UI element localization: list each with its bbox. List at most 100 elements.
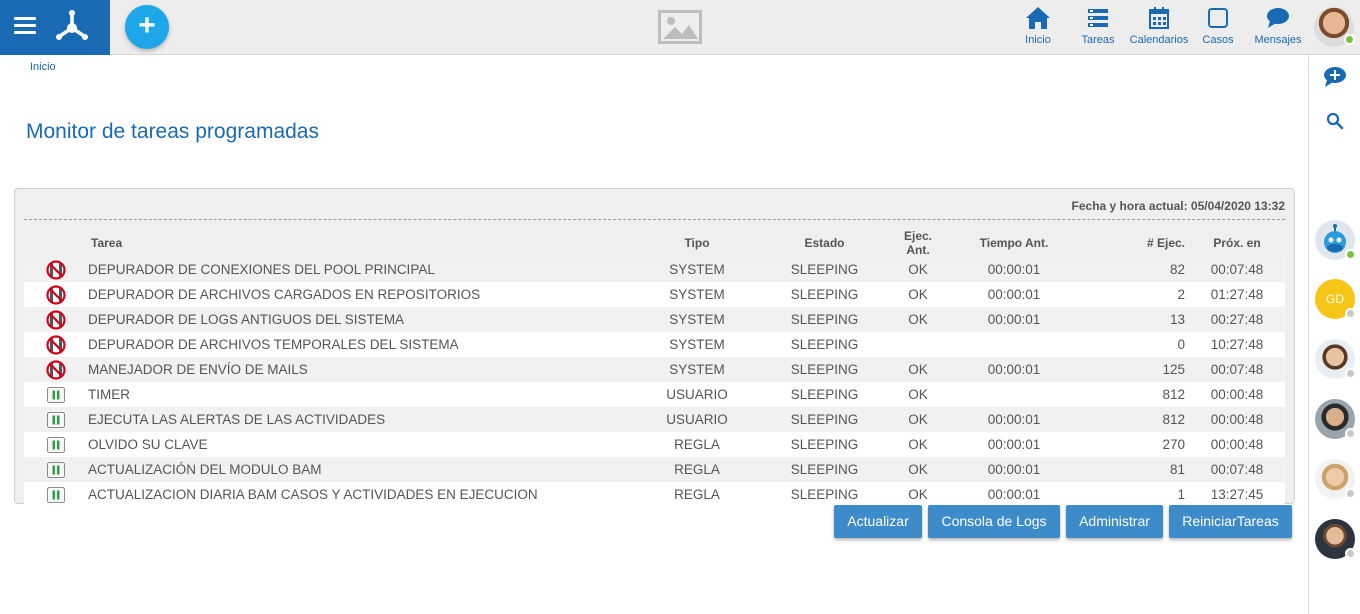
task-last-result: OK bbox=[897, 307, 939, 332]
contact-bot-avatar[interactable] bbox=[1315, 220, 1356, 260]
reiniciar-tareas-button[interactable]: ReiniciarTareas bbox=[1169, 505, 1292, 538]
task-status-cell[interactable] bbox=[24, 482, 88, 507]
nav-mensajes[interactable]: Mensajes bbox=[1252, 6, 1304, 50]
table-row[interactable]: DEPURADOR DE LOGS ANTIGUOS DEL SISTEMA SY… bbox=[24, 307, 1285, 332]
task-exec-count: 270 bbox=[1089, 432, 1189, 457]
table-row[interactable]: ACTUALIZACIÓN DEL MODULO BAM REGLA SLEEPIN… bbox=[24, 457, 1285, 482]
header-tipo[interactable]: Tipo bbox=[642, 229, 752, 257]
task-last-duration: 00:00:01 bbox=[939, 257, 1089, 282]
table-row[interactable]: EJECUTA LAS ALERTAS DE LAS ACTIVIDADES US… bbox=[24, 407, 1285, 432]
task-status-cell[interactable] bbox=[24, 307, 88, 332]
nav-label: Inicio bbox=[1025, 34, 1051, 46]
tasks-icon bbox=[1088, 9, 1108, 27]
task-next-in: 00:07:48 bbox=[1189, 357, 1285, 382]
stopped-status-icon[interactable] bbox=[46, 359, 66, 380]
image-placeholder-icon bbox=[658, 10, 702, 44]
stopped-status-icon[interactable] bbox=[46, 284, 66, 305]
stopped-status-icon[interactable] bbox=[46, 259, 66, 280]
offline-status-dot bbox=[1345, 428, 1356, 439]
tasks-panel: Fecha y hora actual: 05/04/2020 13:32 Ta… bbox=[14, 188, 1295, 507]
header-prox-en[interactable]: Próx. en bbox=[1189, 229, 1285, 257]
task-type: SYSTEM bbox=[642, 257, 752, 282]
task-last-result: OK bbox=[897, 432, 939, 457]
paused-status-icon[interactable] bbox=[46, 386, 66, 403]
task-name: DEPURADOR DE LOGS ANTIGUOS DEL SISTEMA bbox=[88, 307, 642, 332]
task-status-cell[interactable] bbox=[24, 332, 88, 357]
hamburger-menu-icon[interactable] bbox=[14, 17, 36, 35]
offline-status-dot bbox=[1345, 548, 1356, 559]
table-row[interactable]: ACTUALIZACION DIARIA BAM CASOS Y ACTIVID… bbox=[24, 482, 1285, 507]
table-row[interactable]: DEPURADOR DE ARCHIVOS CARGADOS EN REPOSI… bbox=[24, 282, 1285, 307]
task-status-cell[interactable] bbox=[24, 457, 88, 482]
header-icon bbox=[24, 229, 88, 257]
task-exec-count: 2 bbox=[1089, 282, 1189, 307]
contact-avatar[interactable] bbox=[1315, 339, 1356, 379]
task-last-result: OK bbox=[897, 382, 939, 407]
task-exec-count: 81 bbox=[1089, 457, 1189, 482]
task-last-duration: 00:00:01 bbox=[939, 357, 1089, 382]
header-tiempo-ant[interactable]: Tiempo Ant. bbox=[939, 229, 1089, 257]
add-button[interactable]: + bbox=[125, 5, 169, 49]
contact-gd-avatar[interactable]: GD bbox=[1315, 279, 1356, 319]
right-sidebar: GD bbox=[1308, 55, 1360, 614]
header-ejec-ant[interactable]: Ejec. Ant. bbox=[897, 229, 939, 257]
task-last-result: OK bbox=[897, 257, 939, 282]
administrar-button[interactable]: Administrar bbox=[1066, 505, 1163, 538]
header-tarea[interactable]: Tarea bbox=[88, 229, 642, 257]
paused-status-icon[interactable] bbox=[46, 461, 66, 478]
task-type: USUARIO bbox=[642, 407, 752, 432]
task-name: DEPURADOR DE CONEXIONES DEL POOL PRINCIP… bbox=[88, 257, 642, 282]
task-next-in: 00:07:48 bbox=[1189, 457, 1285, 482]
task-name: MANEJADOR DE ENVÍO DE MAILS bbox=[88, 357, 642, 382]
paused-status-icon[interactable] bbox=[46, 436, 66, 453]
table-row[interactable]: TIMER USUARIO SLEEPING OK 812 00:00:48 bbox=[24, 382, 1285, 407]
stopped-status-icon[interactable] bbox=[46, 334, 66, 355]
tasks-table: Tarea Tipo Estado Ejec. Ant. Tiempo Ant.… bbox=[24, 229, 1285, 507]
brand-area bbox=[0, 0, 110, 55]
task-status-cell[interactable] bbox=[24, 432, 88, 457]
nav-tareas[interactable]: Tareas bbox=[1078, 6, 1118, 50]
contact-avatar[interactable] bbox=[1315, 399, 1356, 439]
offline-status-dot bbox=[1345, 488, 1356, 499]
header-num-ejec[interactable]: # Ejec. bbox=[1089, 229, 1189, 257]
nav-calendarios[interactable]: Calendarios bbox=[1128, 6, 1190, 50]
contact-initials: GD bbox=[1326, 292, 1344, 306]
task-status-cell[interactable] bbox=[24, 357, 88, 382]
task-exec-count: 0 bbox=[1089, 332, 1189, 357]
user-avatar[interactable] bbox=[1314, 7, 1355, 47]
nav-inicio[interactable]: Inicio bbox=[1016, 6, 1060, 50]
paused-status-icon[interactable] bbox=[46, 486, 66, 503]
task-status-cell[interactable] bbox=[24, 382, 88, 407]
task-type: SYSTEM bbox=[642, 307, 752, 332]
task-status-cell[interactable] bbox=[24, 257, 88, 282]
current-datetime: Fecha y hora actual: 05/04/2020 13:32 bbox=[1071, 199, 1285, 213]
new-chat-icon[interactable] bbox=[1323, 65, 1347, 89]
header-estado[interactable]: Estado bbox=[752, 229, 897, 257]
consola-de-logs-button[interactable]: Consola de Logs bbox=[928, 505, 1060, 538]
nav-casos[interactable]: Casos bbox=[1200, 6, 1236, 50]
task-name: OLVIDO SU CLAVE bbox=[88, 432, 642, 457]
app-logo-icon[interactable] bbox=[52, 8, 92, 46]
search-icon[interactable] bbox=[1323, 109, 1347, 133]
table-row[interactable]: OLVIDO SU CLAVE REGLA SLEEPING OK 00:00:01 27… bbox=[24, 432, 1285, 457]
actualizar-button[interactable]: Actualizar bbox=[834, 505, 922, 538]
paused-status-icon[interactable] bbox=[46, 411, 66, 428]
contact-avatar[interactable] bbox=[1315, 519, 1356, 559]
task-status-cell[interactable] bbox=[24, 282, 88, 307]
task-type: USUARIO bbox=[642, 382, 752, 407]
stopped-status-icon[interactable] bbox=[46, 309, 66, 330]
task-type: SYSTEM bbox=[642, 332, 752, 357]
table-row[interactable]: DEPURADOR DE CONEXIONES DEL POOL PRINCIP… bbox=[24, 257, 1285, 282]
task-last-result: OK bbox=[897, 457, 939, 482]
table-header-row: Tarea Tipo Estado Ejec. Ant. Tiempo Ant.… bbox=[24, 229, 1285, 257]
contact-avatar[interactable] bbox=[1315, 459, 1356, 499]
task-state: SLEEPING bbox=[752, 282, 897, 307]
table-row[interactable]: MANEJADOR DE ENVÍO DE MAILS SYSTEM SLEEPIN… bbox=[24, 357, 1285, 382]
table-row[interactable]: DEPURADOR DE ARCHIVOS TEMPORALES DEL SIS… bbox=[24, 332, 1285, 357]
task-state: SLEEPING bbox=[752, 332, 897, 357]
task-state: SLEEPING bbox=[752, 407, 897, 432]
task-status-cell[interactable] bbox=[24, 407, 88, 432]
task-last-duration bbox=[939, 382, 1089, 407]
breadcrumb-inicio[interactable]: Inicio bbox=[30, 61, 56, 73]
nav-label: Casos bbox=[1202, 34, 1234, 46]
